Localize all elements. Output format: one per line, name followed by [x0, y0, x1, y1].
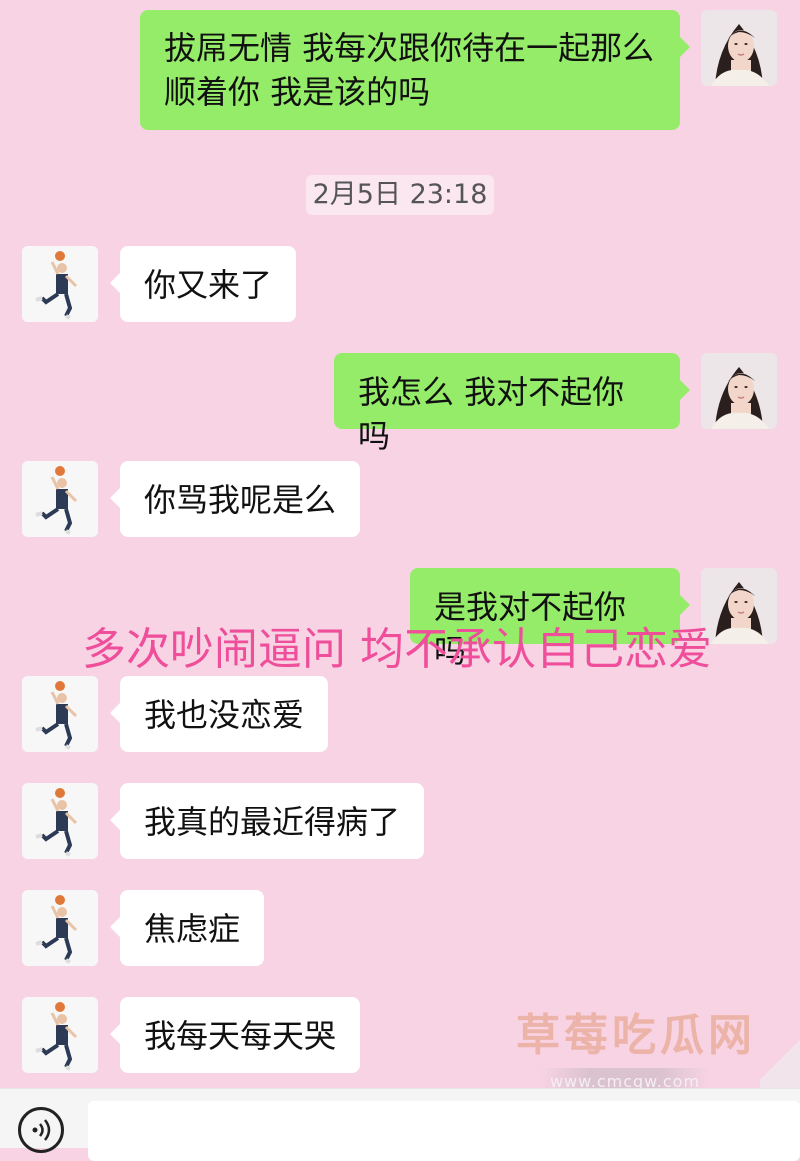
message-text-input[interactable]: [88, 1101, 800, 1161]
incoming-message-bubble[interactable]: 焦虑症: [109, 890, 265, 966]
incoming-message-bubble[interactable]: 你又来了: [109, 246, 297, 322]
incoming-message-bubble[interactable]: 我也没恋爱: [109, 676, 329, 752]
outgoing-message-bubble[interactable]: 拔屌无情 我每次跟你待在一起那么 顺着你 我是该的吗: [140, 10, 690, 130]
self-avatar[interactable]: [701, 353, 777, 429]
woman-portrait-avatar-icon: [701, 10, 777, 86]
woman-portrait-avatar-icon: [701, 353, 777, 429]
corner-decoration: [760, 1030, 800, 1090]
message-text-line: 顺着你 我是该的吗: [164, 73, 431, 111]
outgoing-message-bubble[interactable]: 我怎么 我对不起你吗: [334, 353, 690, 455]
watermark-title: 草莓吃瓜网: [516, 1010, 756, 1061]
basketball-player-avatar-icon: [22, 783, 98, 859]
chat-timestamp: 2月5日 23:18: [306, 175, 494, 215]
overlay-caption: 多次吵闹逼问 均不承认自己恋爱: [82, 624, 712, 675]
voice-input-button[interactable]: [18, 1107, 64, 1153]
voice-input-icon: [32, 1119, 51, 1141]
woman-portrait-avatar-icon: [701, 568, 777, 644]
self-avatar[interactable]: [701, 10, 777, 86]
basketball-player-avatar-icon: [22, 676, 98, 752]
basketball-player-avatar-icon: [22, 461, 98, 537]
basketball-player-avatar-icon: [22, 997, 98, 1073]
incoming-message-bubble[interactable]: 我每天每天哭: [109, 997, 361, 1073]
contact-avatar[interactable]: [22, 783, 98, 859]
contact-avatar[interactable]: [22, 246, 98, 322]
contact-avatar[interactable]: [22, 890, 98, 966]
contact-avatar[interactable]: [22, 676, 98, 752]
contact-avatar[interactable]: [22, 461, 98, 537]
basketball-player-avatar-icon: [22, 890, 98, 966]
incoming-message-bubble[interactable]: 你骂我呢是么: [109, 461, 361, 537]
self-avatar[interactable]: [701, 568, 777, 644]
contact-avatar[interactable]: [22, 997, 98, 1073]
message-text-line: 拔屌无情 我每次跟你待在一起那么: [164, 29, 655, 67]
chat-window: 拔屌无情 我每次跟你待在一起那么 顺着你 我是该的吗 2月5日 23:18 你又…: [0, 0, 800, 1161]
message-input-bar: [0, 1088, 800, 1161]
incoming-message-bubble[interactable]: 我真的最近得病了: [109, 783, 425, 859]
basketball-player-avatar-icon: [22, 246, 98, 322]
